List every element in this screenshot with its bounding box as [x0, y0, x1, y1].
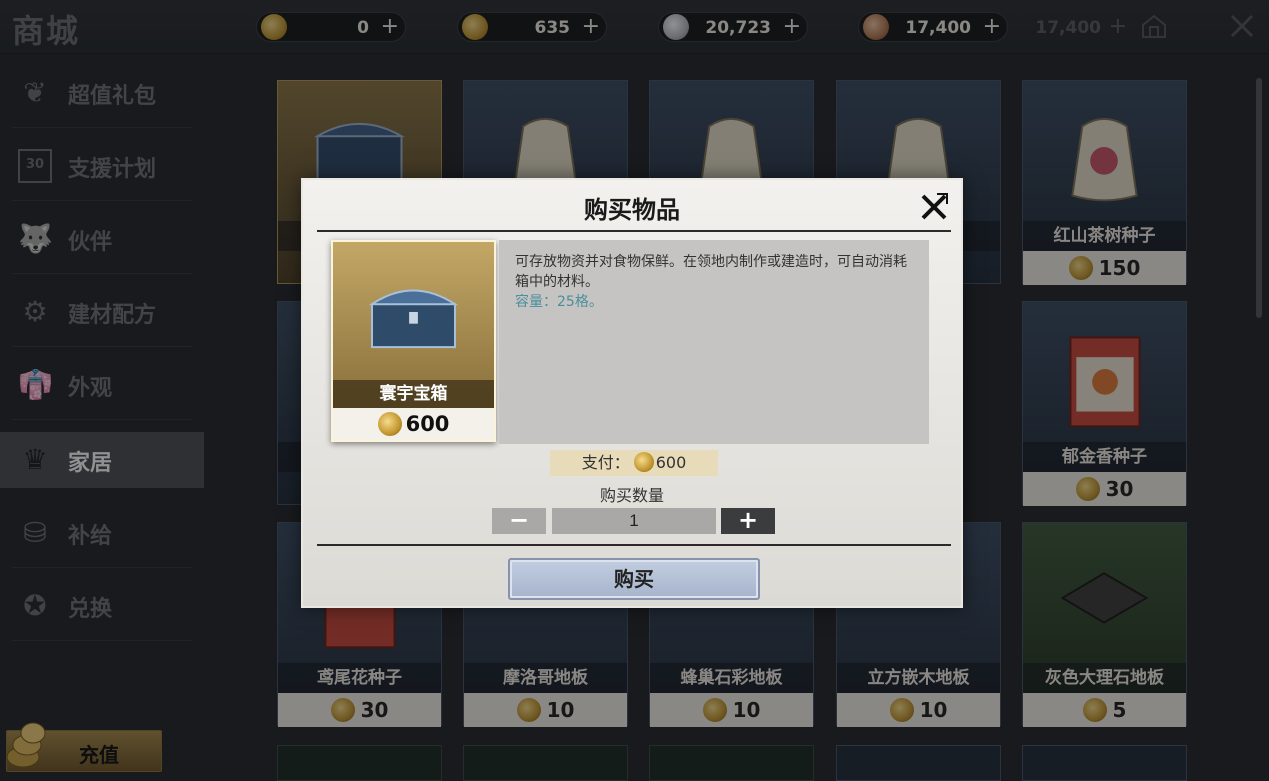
gold-coin-icon: [633, 452, 654, 472]
pay-value: 600: [655, 453, 687, 472]
divider: [317, 544, 951, 546]
quantity-label: 购买数量: [599, 486, 664, 505]
item-card: 寰宇宝箱 600: [331, 240, 496, 442]
capacity-text: 容量：25格。: [515, 294, 603, 310]
quantity-input[interactable]: [552, 508, 716, 534]
item-price: 600: [333, 408, 494, 440]
pay-label: 支付：: [581, 453, 630, 472]
decrease-quantity-button[interactable]: −: [492, 508, 546, 534]
gold-coin-icon: [377, 412, 402, 436]
item-description: 可存放物资并对食物保鲜。在领地内制作或建造时，可自动消耗箱中的材料。 容量：25…: [499, 240, 929, 444]
purchase-dialog: 购买物品 寰宇宝箱 600 可存放物资并对食物保鲜。在领地内制作或建造时，可自动…: [301, 178, 963, 608]
item-name: 寰宇宝箱: [333, 380, 494, 408]
divider: [317, 230, 951, 232]
description-text: 可存放物资并对食物保鲜。在领地内制作或建造时，可自动消耗箱中的材料。: [515, 254, 907, 290]
dialog-title: 购买物品: [584, 195, 680, 224]
close-icon[interactable]: [917, 190, 951, 224]
increase-quantity-button[interactable]: +: [721, 508, 775, 534]
buy-button[interactable]: 购买: [508, 558, 760, 600]
pay-amount: 支付： 600: [550, 450, 718, 476]
chest-icon: [368, 289, 459, 349]
